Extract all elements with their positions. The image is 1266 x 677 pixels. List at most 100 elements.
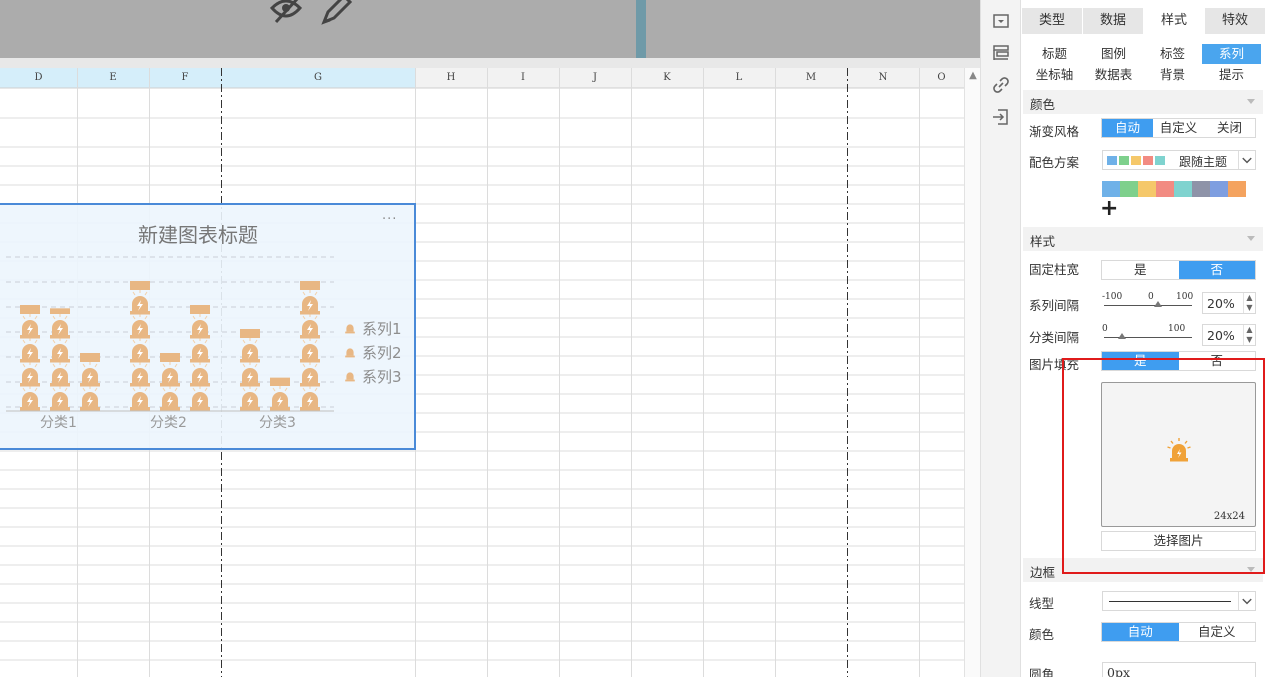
column-header[interactable]: L bbox=[703, 68, 775, 88]
spin-down-icon[interactable]: ▼ bbox=[1246, 303, 1252, 312]
slider-tick: 100 bbox=[1168, 324, 1186, 334]
category-gap-input[interactable]: 20% ▲ ▼ bbox=[1202, 324, 1256, 346]
column-header[interactable]: D bbox=[0, 68, 77, 88]
corner-radius-input[interactable]: 0px bbox=[1102, 662, 1256, 677]
palette-swatch[interactable] bbox=[1210, 181, 1228, 197]
chart-bar[interactable] bbox=[240, 329, 260, 411]
chevron-down-icon[interactable] bbox=[1238, 151, 1255, 169]
column-header[interactable]: H bbox=[415, 68, 487, 88]
edit-icon[interactable] bbox=[318, 0, 354, 26]
chart-bar[interactable] bbox=[80, 353, 100, 411]
image-fill-yes-button[interactable]: 是 bbox=[1102, 352, 1179, 370]
column-header[interactable]: O bbox=[919, 68, 964, 88]
category-label: 分类3 bbox=[259, 415, 296, 431]
tab-effects[interactable]: 特效 bbox=[1205, 8, 1266, 34]
link-icon[interactable] bbox=[991, 75, 1011, 95]
border-color-auto-button[interactable]: 自动 bbox=[1102, 623, 1179, 641]
chart-bar[interactable] bbox=[270, 377, 290, 411]
column-header[interactable]: J bbox=[559, 68, 631, 88]
image-fill-no-button[interactable]: 否 bbox=[1178, 352, 1255, 370]
subtab-tooltip[interactable]: 提示 bbox=[1202, 65, 1261, 85]
choose-image-button[interactable]: 选择图片 bbox=[1101, 531, 1256, 551]
gradient-auto-button[interactable]: 自动 bbox=[1102, 119, 1153, 137]
hide-icon[interactable] bbox=[268, 0, 304, 26]
subtab-series[interactable]: 系列 bbox=[1202, 44, 1261, 64]
spinner[interactable]: ▲ ▼ bbox=[1243, 293, 1255, 313]
legend-label: 系列1 bbox=[362, 319, 402, 338]
gradient-style-toggle: 自动 自定义 关闭 bbox=[1101, 118, 1256, 138]
palette-swatch[interactable] bbox=[1174, 181, 1192, 197]
subtab-label[interactable]: 标签 bbox=[1143, 44, 1202, 64]
series-gap-input[interactable]: 20% ▲ ▼ bbox=[1202, 292, 1256, 314]
chart-title[interactable]: 新建图表标题 bbox=[118, 219, 278, 248]
palette-swatch[interactable] bbox=[1156, 181, 1174, 197]
import-icon[interactable] bbox=[991, 107, 1011, 127]
legend-item-series3[interactable]: 系列3 bbox=[344, 367, 402, 386]
column-header[interactable]: K bbox=[631, 68, 703, 88]
gradient-custom-button[interactable]: 自定义 bbox=[1153, 119, 1204, 137]
subtab-title[interactable]: 标题 bbox=[1025, 44, 1084, 64]
section-border[interactable]: 边框 bbox=[1023, 558, 1263, 582]
side-icon-strip bbox=[980, 0, 1020, 677]
tab-data[interactable]: 数据 bbox=[1083, 8, 1144, 34]
slider-tick: 0 bbox=[1102, 324, 1108, 334]
section-style[interactable]: 样式 bbox=[1023, 227, 1263, 251]
layout-icon[interactable] bbox=[991, 43, 1011, 63]
border-color-custom-button[interactable]: 自定义 bbox=[1178, 623, 1255, 641]
image-fill-toggle: 是 否 bbox=[1101, 351, 1256, 371]
scroll-up-arrow[interactable]: ▲ bbox=[967, 70, 979, 82]
subtab-datatable[interactable]: 数据表 bbox=[1084, 65, 1143, 85]
add-color-button[interactable]: + bbox=[1100, 196, 1118, 221]
tab-type[interactable]: 类型 bbox=[1022, 8, 1083, 34]
chart-bar[interactable] bbox=[190, 305, 210, 411]
chevron-down-icon[interactable] bbox=[1238, 592, 1255, 610]
chart-bar[interactable] bbox=[50, 308, 70, 411]
palette-swatch[interactable] bbox=[1102, 181, 1120, 197]
fixed-width-yes-button[interactable]: 是 bbox=[1102, 261, 1179, 279]
slider-thumb[interactable] bbox=[1154, 301, 1162, 307]
section-color[interactable]: 颜色 bbox=[1023, 90, 1263, 114]
spinner[interactable]: ▲ ▼ bbox=[1243, 325, 1255, 345]
toolbar-divider bbox=[0, 58, 980, 68]
section-style-label: 样式 bbox=[1030, 234, 1056, 249]
tab-style[interactable]: 样式 bbox=[1144, 8, 1205, 34]
chart-bar[interactable] bbox=[130, 281, 150, 411]
chart-bar[interactable] bbox=[20, 305, 40, 411]
column-header[interactable]: I bbox=[487, 68, 559, 88]
legend-item-series2[interactable]: 系列2 bbox=[344, 343, 402, 362]
fixed-width-no-button[interactable]: 否 bbox=[1178, 261, 1255, 279]
spin-up-icon[interactable]: ▲ bbox=[1246, 325, 1252, 334]
subtab-background[interactable]: 背景 bbox=[1143, 65, 1202, 85]
subtab-legend[interactable]: 图例 bbox=[1084, 44, 1143, 64]
subtab-axis[interactable]: 坐标轴 bbox=[1025, 65, 1084, 85]
dropdown-icon[interactable] bbox=[991, 11, 1011, 31]
column-header[interactable]: G bbox=[221, 68, 415, 88]
legend-item-series1[interactable]: 系列1 bbox=[344, 319, 402, 338]
sub-tabs: 标题 图例 标签 系列 坐标轴 数据表 背景 提示 bbox=[1025, 44, 1261, 86]
slider-thumb[interactable] bbox=[1118, 333, 1126, 339]
column-header[interactable]: N bbox=[847, 68, 919, 88]
line-type-select[interactable] bbox=[1102, 591, 1256, 611]
spin-up-icon[interactable]: ▲ bbox=[1246, 293, 1252, 302]
palette-swatch[interactable] bbox=[1120, 181, 1138, 197]
chart-more-button[interactable]: ··· bbox=[382, 213, 402, 229]
palette-swatch[interactable] bbox=[1228, 181, 1246, 197]
chart-bar[interactable] bbox=[160, 353, 180, 411]
spin-down-icon[interactable]: ▼ bbox=[1246, 335, 1252, 344]
scheme-swatch bbox=[1155, 156, 1165, 165]
scheme-swatch bbox=[1107, 156, 1117, 165]
color-scheme-select[interactable]: 跟随主题 bbox=[1102, 150, 1256, 170]
series-gap-slider[interactable]: -100 0 100 bbox=[1102, 292, 1194, 314]
chart-bar[interactable] bbox=[300, 281, 320, 411]
column-header[interactable]: M bbox=[775, 68, 847, 88]
category-gap-slider[interactable]: 0 100 bbox=[1102, 324, 1194, 346]
image-preview[interactable]: 24x24 bbox=[1101, 382, 1256, 527]
vertical-scrollbar[interactable]: ▲ bbox=[964, 68, 980, 677]
column-header[interactable]: F bbox=[149, 68, 221, 88]
column-header[interactable]: E bbox=[77, 68, 149, 88]
palette-swatch[interactable] bbox=[1192, 181, 1210, 197]
alarm-light-icon bbox=[345, 348, 355, 358]
scheme-name: 跟随主题 bbox=[1179, 155, 1228, 169]
gradient-off-button[interactable]: 关闭 bbox=[1204, 119, 1255, 137]
palette-swatch[interactable] bbox=[1138, 181, 1156, 197]
